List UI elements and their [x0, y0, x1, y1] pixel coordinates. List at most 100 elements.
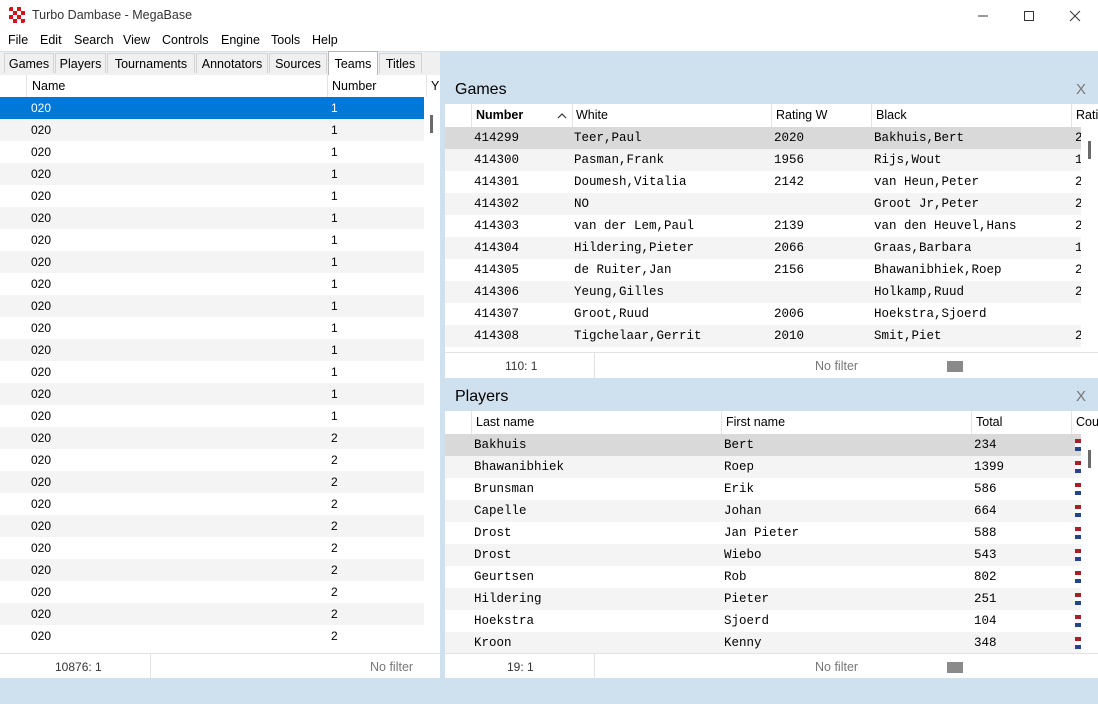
- table-row[interactable]: 414299 Teer,Paul 2020 Bakhuis,Bert 2: [445, 127, 1083, 149]
- tab-sources[interactable]: Sources: [269, 53, 327, 73]
- column-separator[interactable]: [26, 75, 27, 97]
- table-row[interactable]: 414301 Doumesh,Vitalia 2142 van Heun,Peter 2: [445, 171, 1083, 193]
- column-header-first-name[interactable]: First name: [726, 415, 785, 429]
- table-row[interactable]: Drost Wiebo 543: [445, 544, 1081, 566]
- column-header-rating-w[interactable]: Rating W: [776, 108, 827, 122]
- table-row[interactable]: 020 2: [0, 493, 424, 515]
- table-row[interactable]: Kroon Kenny 348: [445, 632, 1081, 654]
- column-separator[interactable]: [771, 104, 772, 127]
- column-header-total[interactable]: Total: [976, 415, 1002, 429]
- column-separator[interactable]: [971, 411, 972, 434]
- column-separator[interactable]: [327, 75, 328, 97]
- menu-help[interactable]: Help: [312, 33, 338, 47]
- table-row[interactable]: 020 1: [0, 97, 424, 119]
- menu-engine[interactable]: Engine: [221, 33, 260, 47]
- tab-teams[interactable]: Teams: [328, 51, 378, 75]
- table-row[interactable]: 020 2: [0, 515, 424, 537]
- table-row[interactable]: 020 2: [0, 427, 424, 449]
- column-separator[interactable]: [471, 411, 472, 434]
- games-panel-close-button[interactable]: X: [1076, 81, 1086, 98]
- table-row[interactable]: 020 1: [0, 405, 424, 427]
- tab-titles[interactable]: Titles: [379, 53, 422, 73]
- table-row[interactable]: 020 1: [0, 295, 424, 317]
- table-row[interactable]: 414302 NO Groot Jr,Peter 2: [445, 193, 1083, 215]
- table-row[interactable]: 020 2: [0, 625, 424, 647]
- table-row[interactable]: 020 2: [0, 449, 424, 471]
- table-row[interactable]: Bakhuis Bert 234: [445, 434, 1081, 456]
- table-row[interactable]: 414308 Tigchelaar,Gerrit 2010 Smit,Piet 2: [445, 325, 1083, 347]
- table-row[interactable]: 020 2: [0, 537, 424, 559]
- players-grid-scrollbar[interactable]: [1081, 434, 1098, 654]
- menu-file[interactable]: File: [8, 33, 28, 47]
- column-separator[interactable]: [1071, 104, 1072, 127]
- table-row[interactable]: 020 2: [0, 471, 424, 493]
- table-row[interactable]: 020 1: [0, 119, 424, 141]
- column-separator[interactable]: [1071, 411, 1072, 434]
- tab-tournaments[interactable]: Tournaments: [107, 53, 195, 73]
- maximize-button[interactable]: [1006, 0, 1052, 31]
- table-row[interactable]: 020 1: [0, 361, 424, 383]
- table-row[interactable]: Drost Jan Pieter 588: [445, 522, 1081, 544]
- table-row[interactable]: Bhawanibhiek Roep 1399: [445, 456, 1081, 478]
- table-row[interactable]: 020 2: [0, 603, 424, 625]
- players-panel-close-button[interactable]: X: [1076, 388, 1086, 405]
- table-row[interactable]: 414307 Groot,Ruud 2006 Hoekstra,Sjoerd: [445, 303, 1081, 325]
- scrollbar-thumb[interactable]: [1088, 141, 1091, 159]
- team-name-cell: 020: [31, 519, 52, 533]
- scrollbar-thumb[interactable]: [430, 115, 433, 133]
- table-row[interactable]: 020 2: [0, 581, 424, 603]
- table-row[interactable]: 020 1: [0, 273, 424, 295]
- column-header-number[interactable]: Number: [332, 79, 376, 93]
- minimize-button[interactable]: [960, 0, 1006, 31]
- column-header-number[interactable]: Number: [476, 108, 523, 122]
- table-row[interactable]: 020 1: [0, 317, 424, 339]
- table-row[interactable]: 020 1: [0, 383, 424, 405]
- menu-edit[interactable]: Edit: [40, 33, 62, 47]
- table-row[interactable]: 414306 Yeung,Gilles Holkamp,Ruud 2: [445, 281, 1083, 303]
- table-row[interactable]: Capelle Johan 664: [445, 500, 1081, 522]
- table-row[interactable]: Brunsman Erik 586: [445, 478, 1081, 500]
- table-row[interactable]: Geurtsen Rob 802: [445, 566, 1081, 588]
- tab-games[interactable]: Games: [4, 53, 54, 73]
- column-header-last-name[interactable]: Last name: [476, 415, 534, 429]
- table-row[interactable]: 020 1: [0, 339, 424, 361]
- table-row[interactable]: 414303 van der Lem,Paul 2139 van den Heuvel…: [445, 215, 1083, 237]
- menu-search[interactable]: Search: [74, 33, 114, 47]
- table-row[interactable]: 020 1: [0, 251, 424, 273]
- column-header-black[interactable]: Black: [876, 108, 907, 122]
- table-row[interactable]: 020 1: [0, 141, 424, 163]
- menu-controls[interactable]: Controls: [162, 33, 209, 47]
- table-row[interactable]: 414304 Hildering,Pieter 2066 Graas,Barbara 1: [445, 237, 1083, 259]
- scrollbar-thumb[interactable]: [1088, 450, 1091, 468]
- column-separator[interactable]: [426, 75, 427, 97]
- tab-players[interactable]: Players: [55, 53, 106, 73]
- column-separator[interactable]: [871, 104, 872, 127]
- column-header-country[interactable]: Cou: [1076, 415, 1098, 429]
- table-row[interactable]: Hildering Pieter 251: [445, 588, 1081, 610]
- column-header-rating-b[interactable]: Rati: [1076, 108, 1098, 122]
- resize-grip-icon[interactable]: [947, 361, 963, 372]
- table-row[interactable]: 414300 Pasman,Frank 1956 Rijs,Wout 1: [445, 149, 1083, 171]
- close-window-button[interactable]: [1052, 0, 1098, 31]
- column-header-name[interactable]: Name: [32, 79, 65, 93]
- last-name-cell: Drost: [474, 548, 512, 562]
- table-row[interactable]: 020 1: [0, 229, 424, 251]
- column-separator[interactable]: [471, 104, 472, 127]
- table-row[interactable]: Hoekstra Sjoerd 104: [445, 610, 1081, 632]
- column-header-white[interactable]: White: [576, 108, 608, 122]
- table-row[interactable]: 020 1: [0, 207, 424, 229]
- resize-grip-icon[interactable]: [947, 662, 963, 673]
- menu-view[interactable]: View: [123, 33, 150, 47]
- column-separator[interactable]: [721, 411, 722, 434]
- column-separator[interactable]: [572, 104, 573, 127]
- menu-tools[interactable]: Tools: [271, 33, 300, 47]
- table-row[interactable]: 020 1: [0, 163, 424, 185]
- games-grid-scrollbar[interactable]: [1081, 127, 1098, 352]
- table-row[interactable]: 414305 de Ruiter,Jan 2156 Bhawanibhiek,Roep…: [445, 259, 1083, 281]
- team-name-cell: 020: [31, 409, 52, 423]
- table-row[interactable]: 020 2: [0, 559, 424, 581]
- table-row[interactable]: 020 1: [0, 185, 424, 207]
- teams-grid-scrollbar[interactable]: [424, 97, 440, 653]
- tab-annotators[interactable]: Annotators: [196, 53, 268, 73]
- column-header-y[interactable]: Y: [431, 79, 439, 93]
